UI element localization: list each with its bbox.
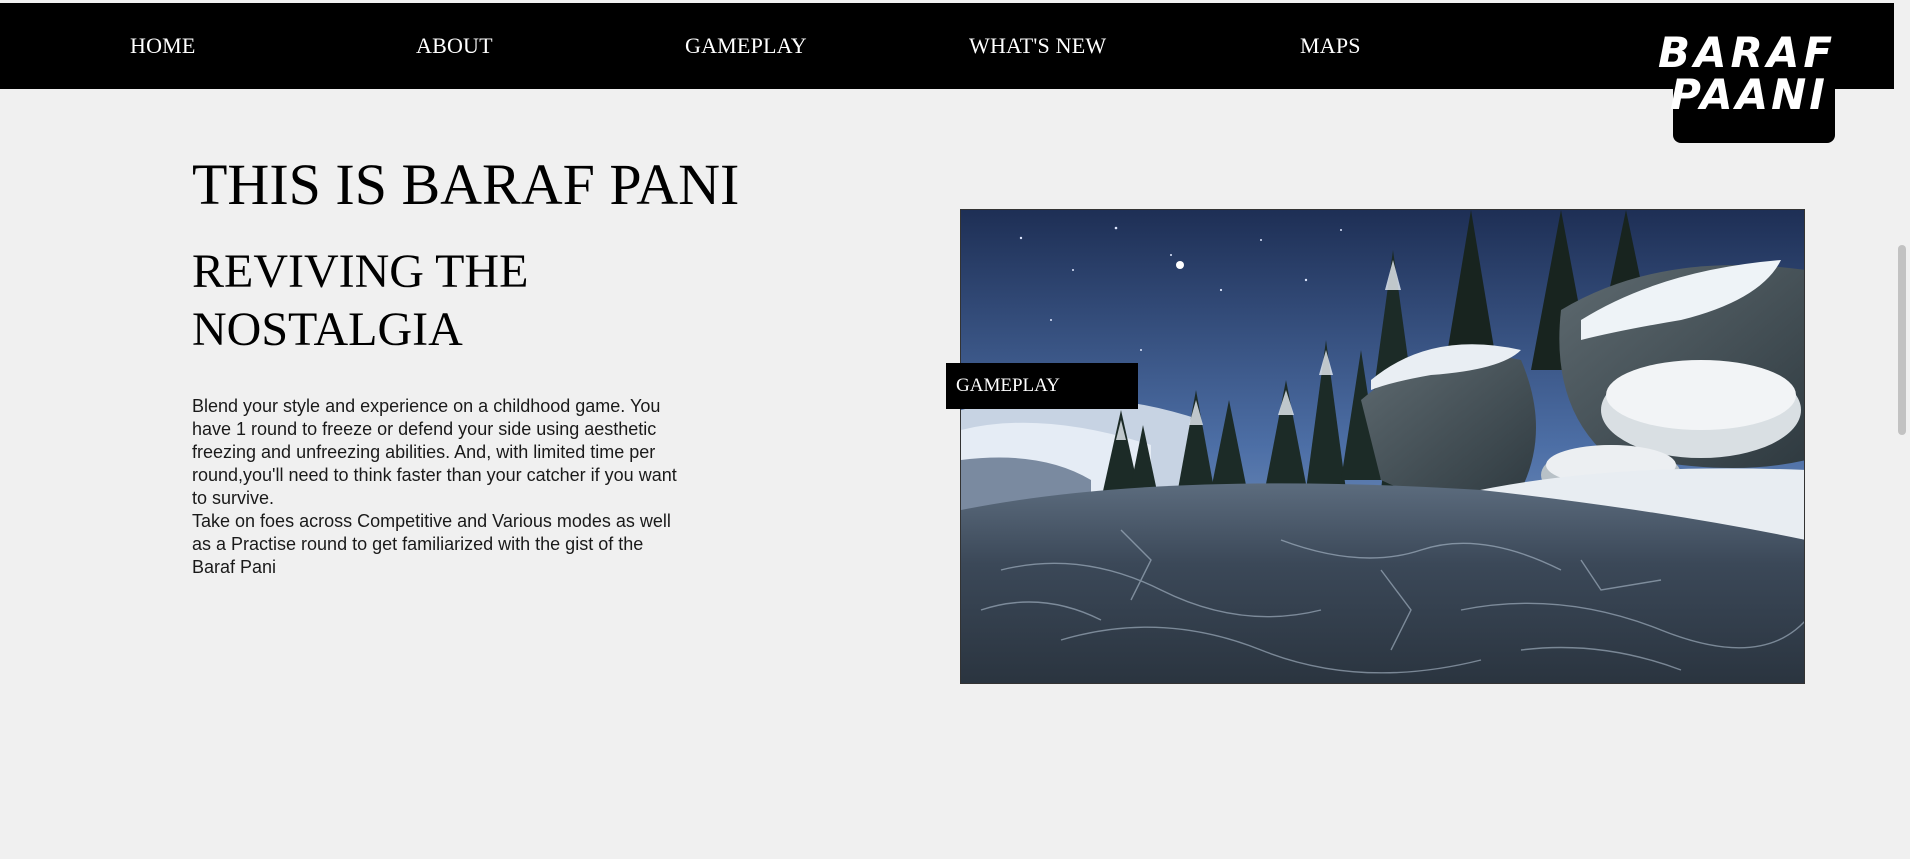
description-paragraph-2: Take on foes across Competitive and Vari… (192, 511, 671, 577)
page-title: THIS IS BARAF PANI (192, 152, 740, 217)
nav-about[interactable]: ABOUT (416, 33, 493, 59)
gameplay-video-frame[interactable] (960, 209, 1805, 684)
nav-gameplay[interactable]: GAMEPLAY (685, 33, 807, 59)
vertical-scrollbar[interactable] (1894, 0, 1910, 859)
nav-maps[interactable]: MAPS (1300, 33, 1361, 59)
description-paragraph-1: Blend your style and experience on a chi… (192, 396, 677, 508)
snow-landscape-image (961, 210, 1804, 683)
page-subtitle: REVIVING THE NOSTALGIA (192, 245, 529, 356)
nav-home[interactable]: HOME (130, 33, 196, 59)
scrollbar-thumb[interactable] (1898, 245, 1906, 435)
main-content: THIS IS BARAF PANI REVIVING THE NOSTALGI… (0, 89, 1894, 859)
nav-whats-new[interactable]: WHAT'S NEW (969, 33, 1106, 59)
top-navbar: HOME ABOUT GAMEPLAY WHAT'S NEW MAPS (0, 3, 1894, 89)
description: Blend your style and experience on a chi… (192, 395, 682, 579)
gameplay-label-button[interactable]: GAMEPLAY (946, 363, 1138, 409)
